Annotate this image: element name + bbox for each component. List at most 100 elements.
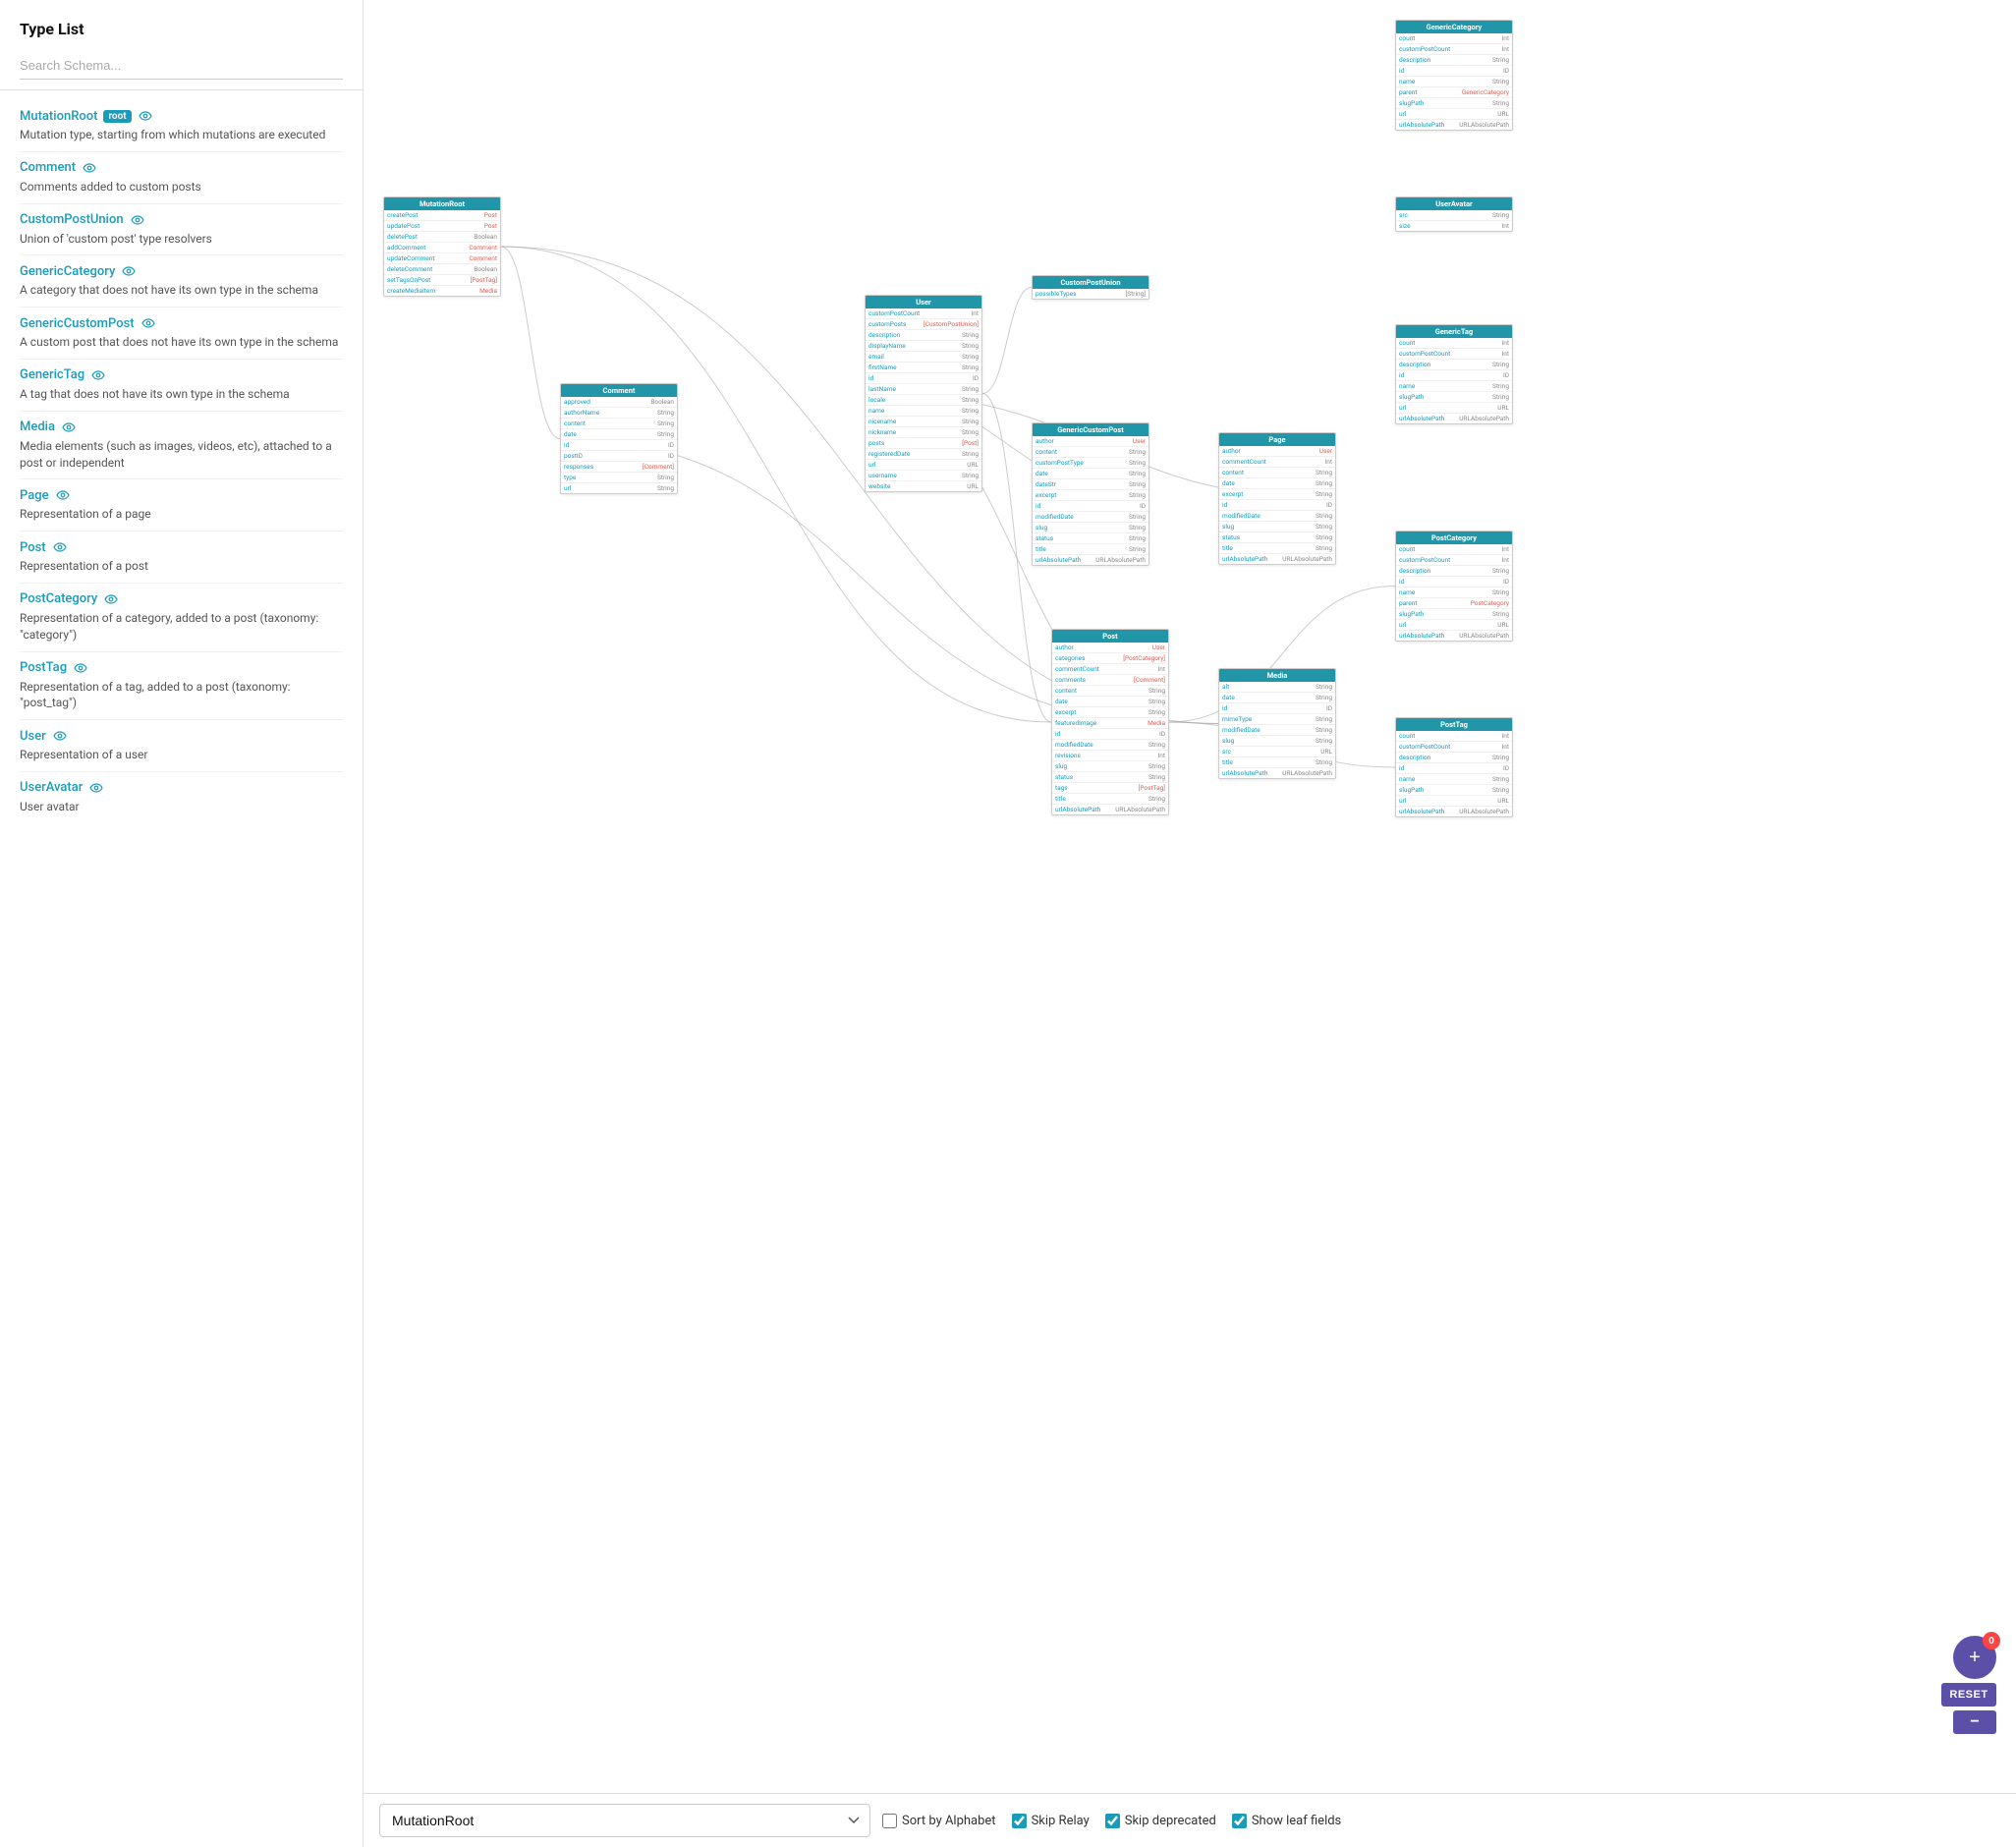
item-name-row-Media: Media [20, 420, 343, 435]
skip-deprecated-label[interactable]: Skip deprecated [1105, 1814, 1216, 1828]
node-field: revisionsInt [1052, 751, 1168, 761]
item-name-PostCategory[interactable]: PostCategory [20, 591, 97, 606]
eye-icon-Post[interactable] [52, 539, 68, 555]
field-type: String [1492, 361, 1509, 368]
node-field: nicknameString [866, 427, 981, 438]
field-name: updateComment [387, 254, 435, 262]
fab-add-button[interactable]: + 0 [1953, 1636, 1996, 1679]
eye-icon-User[interactable] [52, 728, 68, 744]
node-Page[interactable]: PageauthorUsercommentCountIntcontentStri… [1218, 432, 1336, 565]
sidebar-title: Type List [20, 20, 343, 38]
skip-relay-checkbox[interactable] [1012, 1814, 1027, 1828]
item-name-GenericCustomPost[interactable]: GenericCustomPost [20, 316, 135, 331]
node-field: slugString [1219, 736, 1335, 747]
node-UserAvatar[interactable]: UserAvatarsrcStringsizeInt [1395, 196, 1513, 232]
node-CustomPostUnion[interactable]: CustomPostUnionpossibleTypes[String] [1032, 275, 1149, 300]
field-name: description [1399, 361, 1430, 368]
node-field: addCommentComment [384, 243, 500, 253]
node-GenericCustomPost[interactable]: GenericCustomPostauthorUsercontentString… [1032, 422, 1149, 566]
item-name-CustomPostUnion[interactable]: CustomPostUnion [20, 212, 124, 227]
field-type: String [962, 428, 979, 436]
eye-icon-CustomPostUnion[interactable] [130, 212, 145, 228]
item-name-Comment[interactable]: Comment [20, 160, 76, 175]
field-name: nicename [868, 418, 896, 425]
node-field: deleteCommentBoolean [384, 264, 500, 275]
field-type: String [1492, 56, 1509, 64]
eye-icon-Media[interactable] [61, 420, 77, 435]
node-field: usernameString [866, 471, 981, 481]
item-desc-PostCategory: Representation of a category, added to a… [20, 610, 343, 644]
show-leaf-fields-label[interactable]: Show leaf fields [1232, 1814, 1341, 1828]
field-name: content [1222, 469, 1244, 476]
item-name-row-CustomPostUnion: CustomPostUnion [20, 212, 343, 228]
item-name-Page[interactable]: Page [20, 488, 49, 503]
node-field: urlAbsolutePathURLAbsolutePath [1033, 555, 1148, 565]
field-type: [CustomPostUnion] [924, 320, 979, 328]
item-name-MutationRoot[interactable]: MutationRoot [20, 109, 97, 124]
node-Media[interactable]: MediaaltStringdateStringidIDmimeTypeStri… [1218, 668, 1336, 779]
eye-icon-UserAvatar[interactable] [88, 780, 104, 796]
eye-icon-GenericCategory[interactable] [121, 263, 137, 279]
skip-relay-label[interactable]: Skip Relay [1012, 1814, 1090, 1828]
field-name: title [1036, 545, 1046, 553]
item-name-PostTag[interactable]: PostTag [20, 660, 67, 675]
item-desc-Post: Representation of a post [20, 558, 343, 575]
field-type: String [1492, 610, 1509, 618]
item-name-Post[interactable]: Post [20, 540, 46, 555]
field-name: urlAbsolutePath [1399, 808, 1444, 815]
item-name-GenericTag[interactable]: GenericTag [20, 367, 84, 382]
item-name-User[interactable]: User [20, 729, 46, 744]
item-name-GenericCategory[interactable]: GenericCategory [20, 264, 115, 279]
field-name: customPostCount [1399, 743, 1450, 751]
show-leaf-fields-checkbox[interactable] [1232, 1814, 1247, 1828]
item-name-row-Comment: Comment [20, 160, 343, 176]
field-name: slugPath [1399, 786, 1424, 794]
field-name: description [1399, 56, 1430, 64]
sort-alphabet-checkbox[interactable] [882, 1814, 897, 1828]
eye-icon-PostTag[interactable] [73, 660, 88, 676]
fab-minus-button[interactable]: − [1953, 1710, 1996, 1734]
field-name: firstName [868, 364, 897, 371]
sidebar-item-CustomPostUnion: CustomPostUnion Union of 'custom post' t… [20, 204, 343, 256]
eye-icon-Comment[interactable] [82, 160, 97, 176]
field-name: lastName [868, 385, 896, 393]
node-User[interactable]: UsercustomPostCountIntcustomPosts[Custom… [865, 295, 982, 492]
show-leaf-fields-text: Show leaf fields [1252, 1814, 1341, 1828]
field-name: deletePost [387, 233, 418, 241]
item-name-Media[interactable]: Media [20, 420, 55, 434]
node-field: idID [1052, 729, 1168, 740]
node-header-Post: Post [1052, 630, 1168, 643]
field-type: String [1316, 533, 1332, 541]
sort-alphabet-label[interactable]: Sort by Alphabet [882, 1814, 996, 1828]
node-field: urlURL [1396, 109, 1512, 120]
eye-icon-GenericTag[interactable] [90, 367, 106, 383]
field-name: revisions [1055, 752, 1081, 759]
field-type: String [1316, 726, 1332, 734]
sidebar-item-Media: Media Media elements (such as images, vi… [20, 412, 343, 480]
field-type: String [1316, 490, 1332, 498]
field-type: Int [1502, 743, 1509, 751]
type-select[interactable]: MutationRootCommentCustomPostUnionGeneri… [379, 1804, 870, 1837]
graph-area[interactable]: MutationRootcreatePostPostupdatePostPost… [364, 0, 2016, 1793]
node-GenericTag[interactable]: GenericTagcountIntcustomPostCountIntdesc… [1395, 324, 1513, 424]
node-GenericCategory[interactable]: GenericCategorycountIntcustomPostCountIn… [1395, 20, 1513, 131]
node-PostTag[interactable]: PostTagcountIntcustomPostCountIntdescrip… [1395, 717, 1513, 817]
eye-icon-GenericCustomPost[interactable] [140, 315, 156, 331]
search-input[interactable] [20, 52, 343, 80]
field-type: URLAbsolutePath [1095, 556, 1146, 564]
item-name-UserAvatar[interactable]: UserAvatar [20, 780, 83, 795]
fab-reset-button[interactable]: RESET [1941, 1683, 1996, 1707]
node-PostCategory[interactable]: PostCategorycountIntcustomPostCountIntde… [1395, 531, 1513, 642]
eye-icon-PostCategory[interactable] [103, 591, 119, 607]
node-Post[interactable]: PostauthorUsercategories[PostCategory]co… [1051, 629, 1169, 815]
eye-icon-MutationRoot[interactable] [138, 108, 153, 124]
node-MutationRoot[interactable]: MutationRootcreatePostPostupdatePostPost… [383, 196, 501, 297]
node-field: altString [1219, 682, 1335, 693]
field-name: content [564, 420, 586, 427]
field-type: String [1148, 762, 1165, 770]
field-name: id [1399, 371, 1404, 379]
field-type: [PostCategory] [1123, 654, 1165, 662]
skip-deprecated-checkbox[interactable] [1105, 1814, 1120, 1828]
eye-icon-Page[interactable] [55, 487, 71, 503]
node-Comment[interactable]: CommentapprovedBooleanauthorNameStringco… [560, 383, 678, 494]
